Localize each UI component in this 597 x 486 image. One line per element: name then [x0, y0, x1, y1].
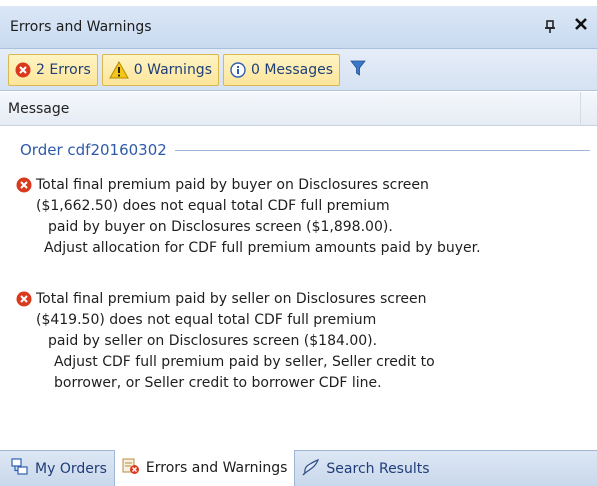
message-line: paid by buyer on Disclosures screen ($1,…	[48, 219, 393, 235]
search-results-icon	[302, 458, 320, 480]
message-line: borrower, or Seller credit to borrower C…	[54, 375, 382, 391]
tab-search-results[interactable]: Search Results	[295, 451, 436, 486]
warnings-count-label: 0 Warnings	[133, 61, 212, 78]
message-line: Total final premium paid by seller on Di…	[36, 291, 427, 307]
panel-titlebar: Errors and Warnings	[0, 6, 597, 49]
message-line: Adjust allocation for CDF full premium a…	[44, 240, 481, 256]
filter-toolbar: 2 Errors 0 Warnings 0 Messages	[0, 49, 597, 91]
info-icon	[230, 61, 246, 78]
tab-label: My Orders	[35, 460, 107, 477]
group-divider	[174, 149, 590, 151]
order-group-header: Order cdf20160302	[20, 139, 590, 161]
messages-filter-button[interactable]: 0 Messages	[223, 53, 341, 86]
warnings-filter-button[interactable]: 0 Warnings	[101, 53, 219, 86]
filter-button[interactable]	[346, 55, 370, 85]
column-divider	[580, 92, 581, 126]
errors-warnings-panel: Errors and Warnings 2 Errors 0 Warnings …	[0, 0, 597, 486]
message-line: Total final premium paid by buyer on Dis…	[36, 177, 429, 193]
close-icon[interactable]	[573, 16, 589, 36]
message-line: ($1,662.50) does not equal total CDF ful…	[36, 198, 390, 214]
panel-title: Errors and Warnings	[10, 19, 152, 35]
orders-icon	[11, 457, 29, 480]
message-column-header[interactable]: Message	[8, 101, 69, 117]
error-icon	[16, 291, 32, 311]
tab-label: Errors and Warnings	[145, 460, 288, 476]
list-item[interactable]: Total final premium paid by buyer on Dis…	[16, 175, 586, 259]
column-header: Message	[0, 92, 597, 126]
errors-filter-button[interactable]: 2 Errors	[8, 53, 98, 86]
message-line: ($419.50) does not equal total CDF full …	[36, 312, 377, 328]
warning-icon	[108, 60, 129, 79]
message-line: paid by seller on Disclosures screen ($1…	[48, 333, 378, 349]
filter-icon	[350, 59, 366, 81]
message-line: Adjust CDF full premium paid by seller, …	[54, 354, 435, 370]
errors-warnings-icon	[122, 457, 140, 479]
error-icon	[16, 177, 32, 197]
order-group-title[interactable]: Order cdf20160302	[20, 141, 175, 159]
tab-errors-and-warnings[interactable]: Errors and Warnings	[113, 450, 296, 486]
list-item[interactable]: Total final premium paid by seller on Di…	[16, 289, 586, 394]
errors-count-label: 2 Errors	[36, 61, 91, 78]
messages-count-label: 0 Messages	[251, 61, 334, 78]
tab-label: Search Results	[326, 460, 430, 477]
messages-list: Order cdf20160302 Total final premium pa…	[0, 127, 597, 450]
bottom-tab-bar: My Orders Errors and Warnings Search Res…	[0, 450, 597, 486]
error-icon	[15, 62, 31, 78]
tab-my-orders[interactable]: My Orders	[4, 451, 114, 486]
pin-icon[interactable]	[543, 20, 557, 38]
